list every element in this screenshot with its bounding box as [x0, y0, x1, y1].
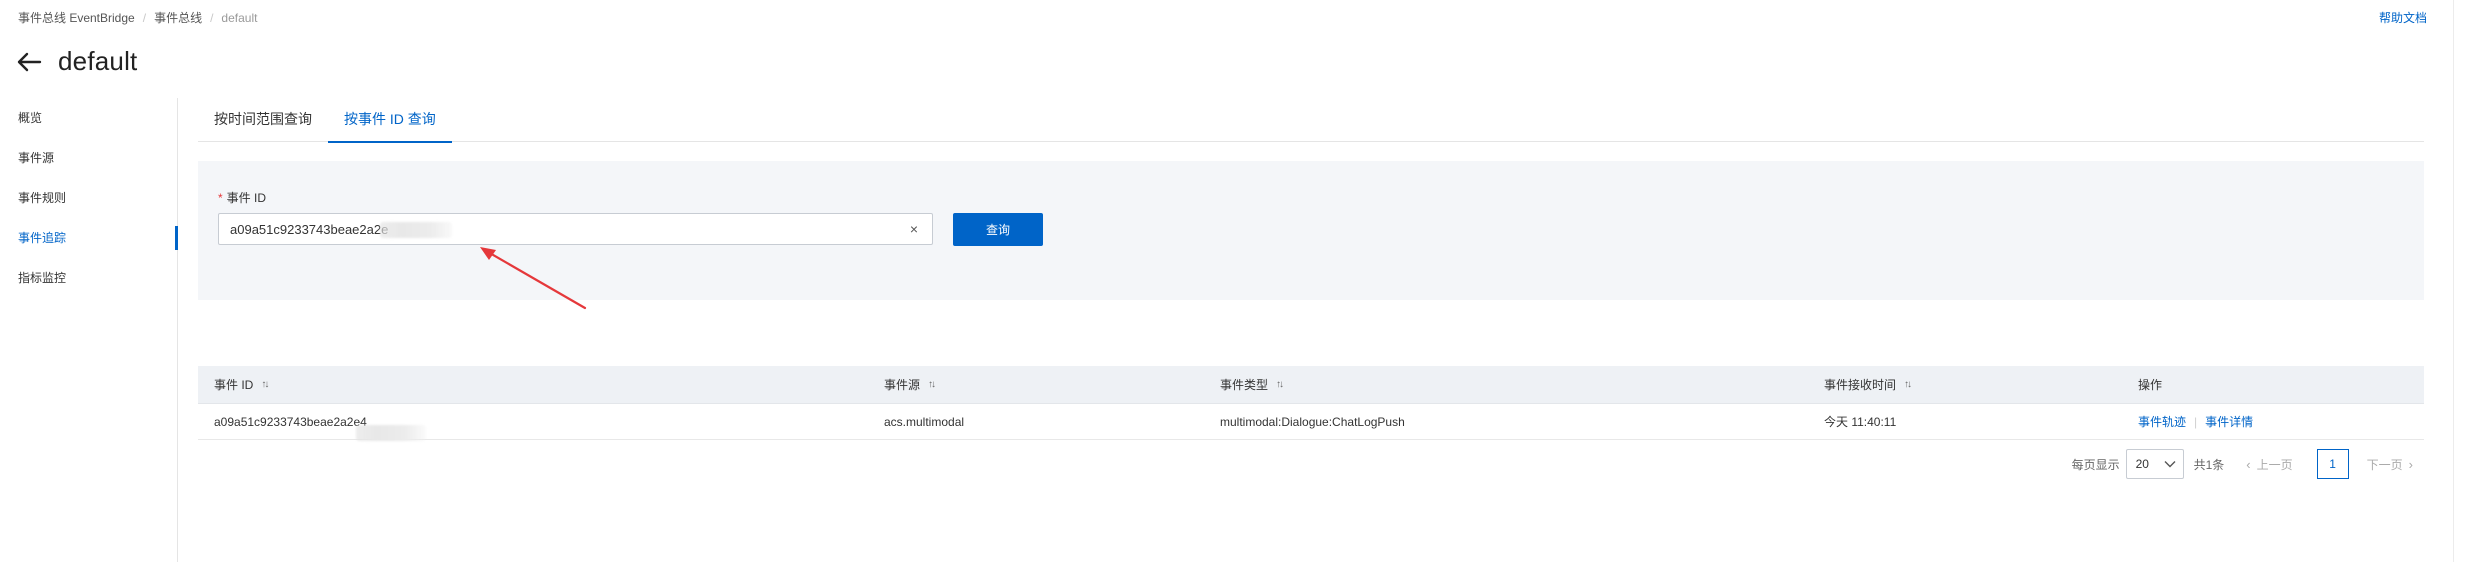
sort-icon[interactable]: ↑↓ — [928, 379, 936, 390]
tab-time-range[interactable]: 按时间范围查询 — [198, 104, 328, 142]
chevron-right-icon: › — [2408, 456, 2413, 472]
breadcrumb-item-eventbridge[interactable]: 事件总线 EventBridge — [18, 9, 135, 26]
page-header: default — [16, 46, 137, 77]
sidebar-item-label: 事件规则 — [18, 191, 67, 205]
query-tabs: 按时间范围查询 按事件 ID 查询 — [198, 104, 2424, 143]
annotation-arrow-icon — [480, 247, 587, 310]
column-header-type: 事件类型 ↑↓ — [1204, 376, 1808, 393]
redaction-blur — [380, 222, 452, 238]
page-number-current[interactable]: 1 — [2316, 449, 2349, 479]
sort-icon[interactable]: ↑↓ — [1276, 379, 1284, 390]
sidebar-item-metrics[interactable]: 指标监控 — [0, 258, 177, 298]
next-page-button[interactable]: 下一页 › — [2367, 456, 2413, 473]
cell-source: acs.multimodal — [884, 414, 965, 429]
chevron-down-icon — [2164, 461, 2176, 468]
column-header-time: 事件接收时间 ↑↓ — [1808, 376, 2122, 393]
sidebar-item-event-sources[interactable]: 事件源 — [0, 138, 177, 178]
breadcrumb-item-current: default — [221, 10, 258, 25]
sort-icon[interactable]: ↑↓ — [261, 379, 269, 390]
arrow-left-icon[interactable] — [16, 49, 46, 75]
column-header-label: 事件类型 — [1220, 378, 1269, 392]
table-row: a09a51c9233743beae2a2e4 acs.multimodal m… — [198, 404, 2424, 441]
breadcrumb-separator: / — [142, 10, 147, 25]
cell-type: multimodal:Dialogue:ChatLogPush — [1220, 414, 1405, 429]
redaction-blur — [356, 424, 426, 441]
tab-event-id[interactable]: 按事件 ID 查询 — [328, 104, 452, 143]
sidebar: 概览 事件源 事件规则 事件追踪 指标监控 — [0, 98, 178, 562]
page-title: default — [58, 46, 138, 76]
breadcrumb-separator: / — [210, 10, 214, 25]
event-id-label: * 事件 ID — [218, 189, 266, 206]
column-header-source: 事件源 ↑↓ — [868, 376, 1204, 393]
breadcrumb: 事件总线 EventBridge / 事件总线 / default — [18, 9, 257, 26]
close-icon[interactable]: × — [906, 221, 922, 237]
breadcrumb-item-event-bus[interactable]: 事件总线 — [154, 9, 202, 26]
sidebar-item-label: 概览 — [18, 111, 43, 125]
column-header-label: 事件 ID — [214, 378, 254, 392]
page-size-value: 20 — [2135, 457, 2149, 471]
action-separator: | — [2194, 414, 2198, 429]
cell-time: 今天 11:40:11 — [1824, 415, 1897, 429]
event-detail-link[interactable]: 事件详情 — [2205, 413, 2253, 430]
scrollbar-track[interactable] — [2453, 0, 2469, 562]
event-id-value: a09a51c9233743beae2a2e4 — [214, 414, 367, 429]
sidebar-item-event-rules[interactable]: 事件规则 — [0, 178, 177, 218]
page-size-label: 每页显示 — [2071, 457, 2120, 472]
prev-page-label: 上一页 — [2256, 457, 2293, 472]
event-trace-link[interactable]: 事件轨迹 — [2138, 413, 2186, 430]
sidebar-item-overview[interactable]: 概览 — [0, 98, 177, 138]
sidebar-item-event-tracking[interactable]: 事件追踪 — [0, 218, 178, 258]
required-mark: * — [218, 191, 223, 205]
column-header-actions: 操作 — [2122, 376, 2424, 393]
page-size-select[interactable]: 20 — [2125, 449, 2184, 479]
column-header-event-id: 事件 ID ↑↓ — [198, 376, 868, 393]
total-count: 共1条 — [2193, 457, 2225, 472]
sidebar-item-label: 事件源 — [18, 151, 55, 165]
prev-page-button[interactable]: ‹ 上一页 — [2246, 456, 2292, 473]
sidebar-item-label: 指标监控 — [18, 271, 67, 285]
cell-actions: 事件轨迹 | 事件详情 — [2122, 413, 2424, 430]
column-header-label: 操作 — [2138, 378, 2163, 392]
pagination: 每页显示 20 共1条 ‹ 上一页 1 下一页 › — [2072, 449, 2413, 479]
chevron-left-icon: ‹ — [2246, 456, 2251, 472]
column-header-label: 事件源 — [884, 378, 921, 392]
event-id-label-text: 事件 ID — [226, 191, 267, 205]
next-page-label: 下一页 — [2366, 457, 2403, 472]
events-table: 事件 ID ↑↓ 事件源 ↑↓ 事件类型 ↑↓ 事件接收时间 ↑↓ 操作 a09a51c… — [198, 366, 2424, 441]
sidebar-item-label: 事件追踪 — [18, 231, 67, 245]
sort-icon[interactable]: ↑↓ — [1904, 379, 1912, 390]
cell-event-id: a09a51c9233743beae2a2e4 — [198, 414, 868, 441]
help-docs-link[interactable]: 帮助文档 — [2379, 9, 2427, 26]
table-header: 事件 ID ↑↓ 事件源 ↑↓ 事件类型 ↑↓ 事件接收时间 ↑↓ 操作 — [198, 366, 2424, 404]
query-button[interactable]: 查询 — [953, 213, 1043, 246]
column-header-label: 事件接收时间 — [1824, 378, 1897, 392]
